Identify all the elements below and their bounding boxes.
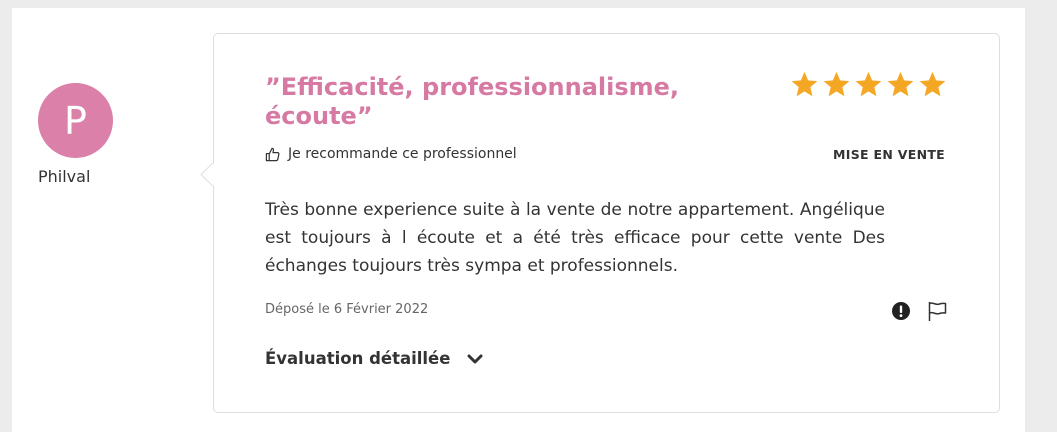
star-icon (791, 71, 818, 97)
recommend-line: Je recommande ce professionnel (265, 146, 517, 162)
review-category: MISE EN VENTE (833, 147, 945, 162)
thumbs-up-icon (265, 147, 280, 161)
chevron-down-icon (467, 354, 483, 363)
avatar-initial: P (64, 98, 87, 143)
star-icon (887, 71, 914, 97)
star-rating (790, 70, 947, 99)
review-date: Déposé le 6 Février 2022 (265, 302, 429, 317)
detailed-evaluation-toggle[interactable]: Évaluation détaillée (265, 349, 484, 368)
review-body: Très bonne experience suite à la vente d… (265, 200, 885, 276)
exclamation-circle-icon[interactable] (891, 301, 911, 321)
avatar: P (38, 83, 113, 158)
recommend-text: Je recommande ce professionnel (288, 146, 517, 162)
review-title: ”Efficacité, professionnalisme, écoute” (265, 73, 680, 130)
reviewer-name: Philval (38, 167, 91, 186)
star-icon (855, 71, 882, 97)
flag-icon[interactable] (926, 300, 948, 322)
detailed-evaluation-label: Évaluation détaillée (265, 349, 451, 368)
star-icon (919, 71, 946, 97)
star-icon (823, 71, 850, 97)
